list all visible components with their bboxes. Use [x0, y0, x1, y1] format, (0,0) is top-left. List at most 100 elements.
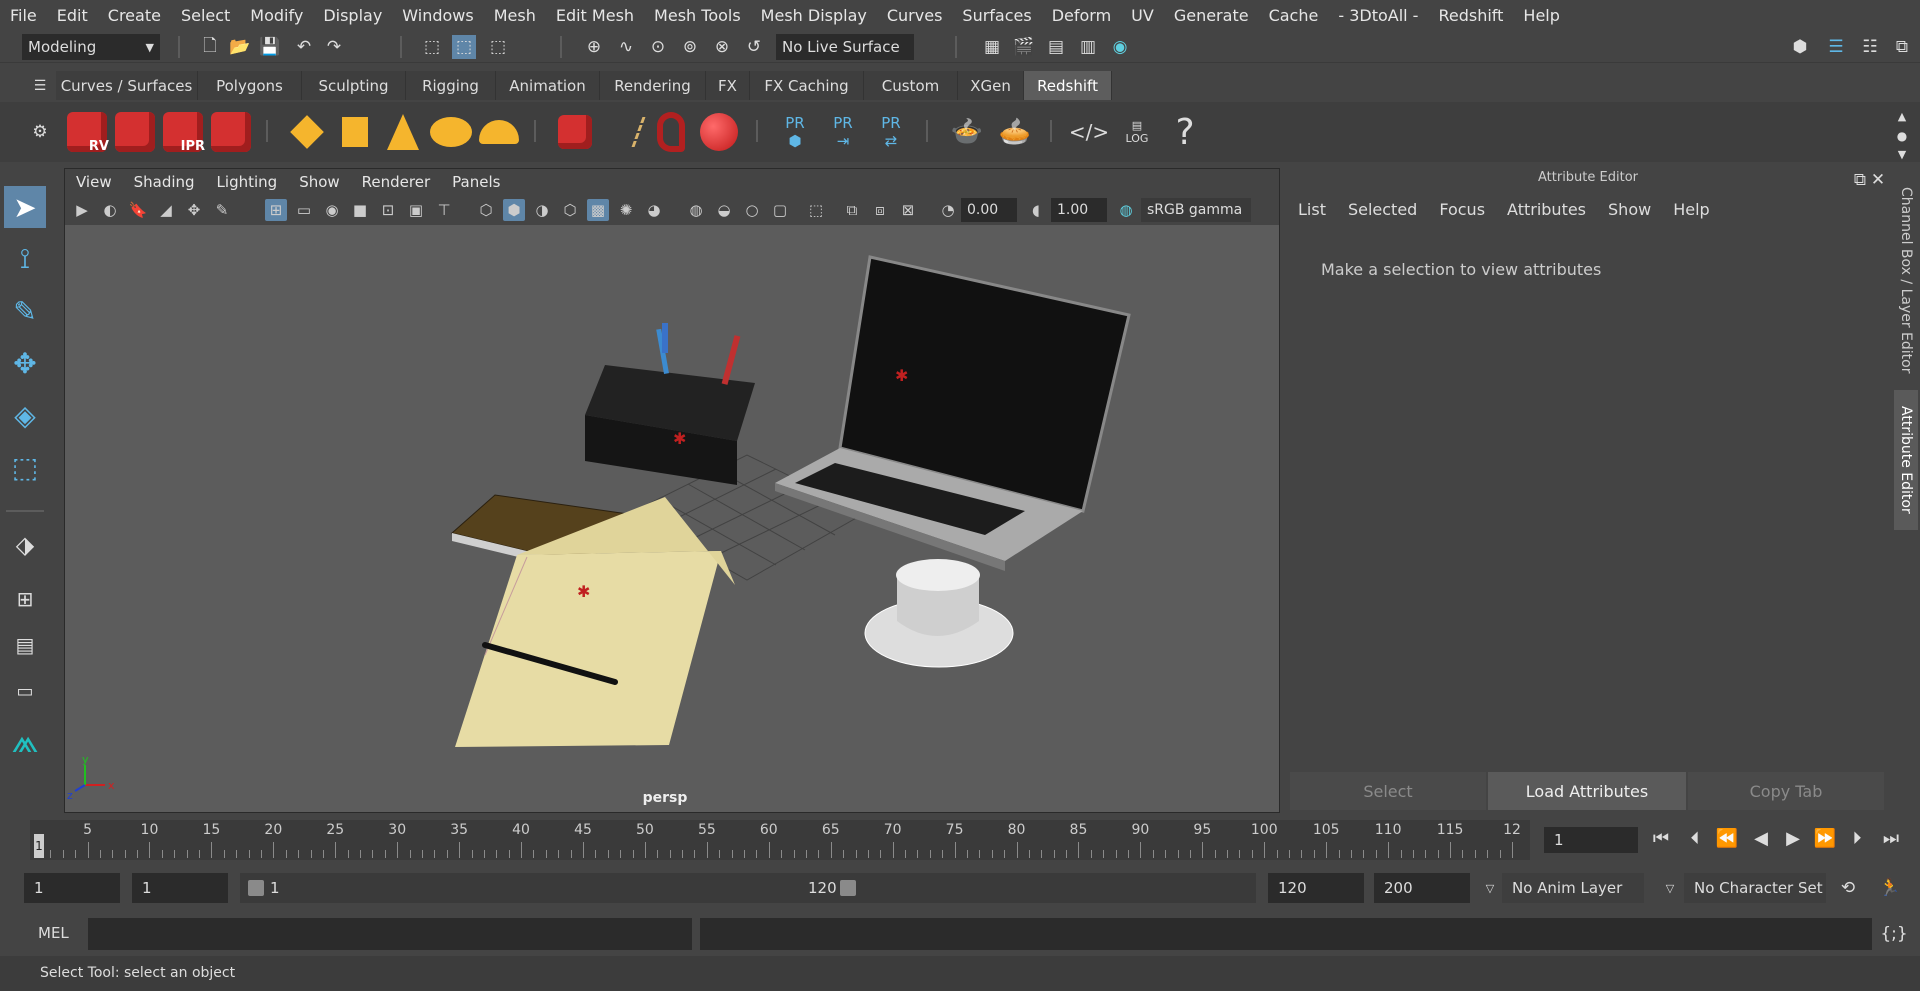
step-back-frame-icon[interactable]: ⏴ — [1684, 827, 1706, 849]
attribute-editor-toggle-icon[interactable]: ☰ — [1824, 35, 1848, 59]
paint-select-tool-icon[interactable]: ✎ — [4, 290, 46, 332]
exposure-icon[interactable]: ◔ — [937, 199, 959, 221]
shelf-settings-icon[interactable]: ⚙ — [28, 120, 52, 144]
copy-tab-button[interactable]: Copy Tab — [1688, 772, 1884, 810]
play-forwards-icon[interactable]: ▶ — [1782, 827, 1804, 849]
go-to-start-icon[interactable]: ⏮ — [1650, 827, 1672, 849]
char-set-chevron-icon[interactable]: ▽ — [1658, 876, 1682, 900]
xray-joints-icon[interactable]: ⧈ — [869, 199, 891, 221]
rs-volume-button[interactable] — [648, 106, 694, 158]
new-scene-icon[interactable]: 🗋 — [198, 35, 222, 59]
four-view-layout-icon[interactable]: ⊞ — [4, 578, 46, 620]
end-time-field[interactable]: 200 — [1374, 873, 1470, 903]
modeling-toolkit-icon[interactable]: ⬢ — [1788, 35, 1812, 59]
rs-ies-light-button[interactable] — [380, 106, 426, 158]
script-editor-icon[interactable]: {;} — [1880, 922, 1907, 946]
shelf-tab-rigging[interactable]: Rigging — [406, 71, 496, 100]
rs-portal-light-button[interactable] — [332, 106, 378, 158]
wireframe-on-shaded-icon[interactable]: ⬡ — [559, 199, 581, 221]
menu-cache[interactable]: Cache — [1259, 6, 1329, 25]
menu-windows[interactable]: Windows — [392, 6, 483, 25]
snap-view-icon[interactable]: ⊚ — [678, 35, 702, 59]
undo-icon[interactable]: ↶ — [292, 35, 316, 59]
channel-box-tab[interactable]: Channel Box / Layer Editor — [1894, 180, 1918, 380]
live-surface-field[interactable]: No Live Surface — [776, 34, 914, 60]
menu-redshift[interactable]: Redshift — [1428, 6, 1513, 25]
move-tool-icon[interactable]: ✥ — [4, 342, 46, 384]
menu-edit[interactable]: Edit — [47, 6, 98, 25]
smooth-shade-icon[interactable]: ⬢ — [503, 199, 525, 221]
rs-render-view-button[interactable]: RV — [64, 106, 110, 158]
select-component-icon[interactable]: ⬚ — [486, 35, 510, 59]
bookmark-icon[interactable]: 🔖 — [127, 199, 149, 221]
tool-settings-icon[interactable]: ☷ — [1858, 35, 1882, 59]
snap-surface-icon[interactable]: ⊗ — [710, 35, 734, 59]
snap-curve-icon[interactable]: ∿ — [614, 35, 638, 59]
ipr-render-icon[interactable]: ▤ — [1044, 35, 1068, 59]
image-plane-icon[interactable]: ◢ — [155, 199, 177, 221]
range-end-handle[interactable] — [840, 880, 856, 896]
grid-icon[interactable]: ⊞ — [265, 199, 287, 221]
go-to-end-icon[interactable]: ⏭ — [1880, 827, 1902, 849]
rs-material-bowl-button[interactable]: 🍲 — [944, 106, 990, 158]
open-scene-icon[interactable]: 📂 — [228, 35, 252, 59]
color-space-field[interactable]: sRGB gamma — [1141, 198, 1251, 222]
rs-sphere-button[interactable] — [696, 106, 742, 158]
viewport-menu-panels[interactable]: Panels — [441, 173, 511, 191]
animation-preferences-icon[interactable]: ⟲ — [1836, 876, 1860, 900]
antialiasing-icon[interactable]: ○ — [741, 199, 763, 221]
isolate-select-icon[interactable]: ⬚ — [805, 199, 827, 221]
gate-mask-icon[interactable]: ■ — [349, 199, 371, 221]
exposure-field[interactable]: 0.00 — [961, 198, 1017, 222]
menu-3dtoall[interactable]: - 3DtoAll - — [1328, 6, 1428, 25]
grease-pencil-icon[interactable]: ✎ — [211, 199, 233, 221]
default-material-icon[interactable]: ◑ — [531, 199, 553, 221]
range-slider-track[interactable]: 1 120 — [240, 873, 1256, 903]
attribute-editor-tab[interactable]: Attribute Editor — [1894, 390, 1918, 530]
gamma-field[interactable]: 1.00 — [1051, 198, 1107, 222]
current-frame-field[interactable]: 1 — [1544, 827, 1638, 853]
menu-modify[interactable]: Modify — [240, 6, 313, 25]
resolution-gate-icon[interactable]: ◉ — [321, 199, 343, 221]
command-input[interactable] — [88, 918, 692, 950]
shadows-icon[interactable]: ◕ — [643, 199, 665, 221]
snap-grid-icon[interactable]: ⊕ — [582, 35, 606, 59]
menu-create[interactable]: Create — [98, 6, 171, 25]
2d-pan-zoom-icon[interactable]: ✥ — [183, 199, 205, 221]
shelf-tab-redshift[interactable]: Redshift — [1024, 71, 1112, 100]
shelf-tab-fx[interactable]: FX — [706, 71, 750, 100]
render-settings-icon[interactable]: ▦ — [980, 35, 1004, 59]
close-panel-icon[interactable]: ✕ — [1866, 168, 1890, 192]
camera-attributes-icon[interactable]: ◐ — [99, 199, 121, 221]
select-tool-icon[interactable]: ➤ — [4, 186, 46, 228]
attr-menu-show[interactable]: Show — [1608, 200, 1651, 219]
rs-log-button[interactable]: ▤ LOG — [1114, 106, 1160, 158]
menu-help[interactable]: Help — [1513, 6, 1569, 25]
render-view-icon[interactable]: ▥ — [1076, 35, 1100, 59]
3d-scene[interactable]: ✱ ✱ ✱ x y z persp — [65, 225, 1279, 812]
channel-box-icon[interactable]: ⧉ — [1890, 35, 1914, 59]
shelf-tab-polygons[interactable]: Polygons — [198, 71, 302, 100]
snap-point-icon[interactable]: ⊙ — [646, 35, 670, 59]
menu-surfaces[interactable]: Surfaces — [952, 6, 1041, 25]
pr-swap-button[interactable]: PR ⇄ — [868, 106, 914, 158]
menu-deform[interactable]: Deform — [1042, 6, 1121, 25]
select-object-icon[interactable]: ⬚ — [452, 35, 476, 59]
xray-components-icon[interactable]: ⊠ — [897, 199, 919, 221]
start-time-field[interactable]: 1 — [24, 873, 120, 903]
shelf-tab-rendering[interactable]: Rendering — [600, 71, 706, 100]
rs-script-button[interactable]: </> — [1066, 106, 1112, 158]
menu-mesh[interactable]: Mesh — [484, 6, 546, 25]
render-frame-icon[interactable]: 🎬 — [1012, 35, 1036, 59]
pr-export-button[interactable]: PR ⇥ — [820, 106, 866, 158]
menu-file[interactable]: File — [0, 6, 47, 25]
color-management-icon[interactable]: ◍ — [1115, 199, 1137, 221]
motion-blur-icon[interactable]: ◒ — [713, 199, 735, 221]
field-chart-icon[interactable]: ⊡ — [377, 199, 399, 221]
shelf-tab-xgen[interactable]: XGen — [958, 71, 1024, 100]
rs-sun-sky-button[interactable] — [476, 106, 522, 158]
viewport-menu-shading[interactable]: Shading — [123, 173, 206, 191]
single-perspective-layout-icon[interactable]: ⬗ — [4, 524, 46, 566]
scale-tool-icon[interactable]: ⬚ — [4, 446, 46, 488]
viewport-menu-lighting[interactable]: Lighting — [206, 173, 289, 191]
